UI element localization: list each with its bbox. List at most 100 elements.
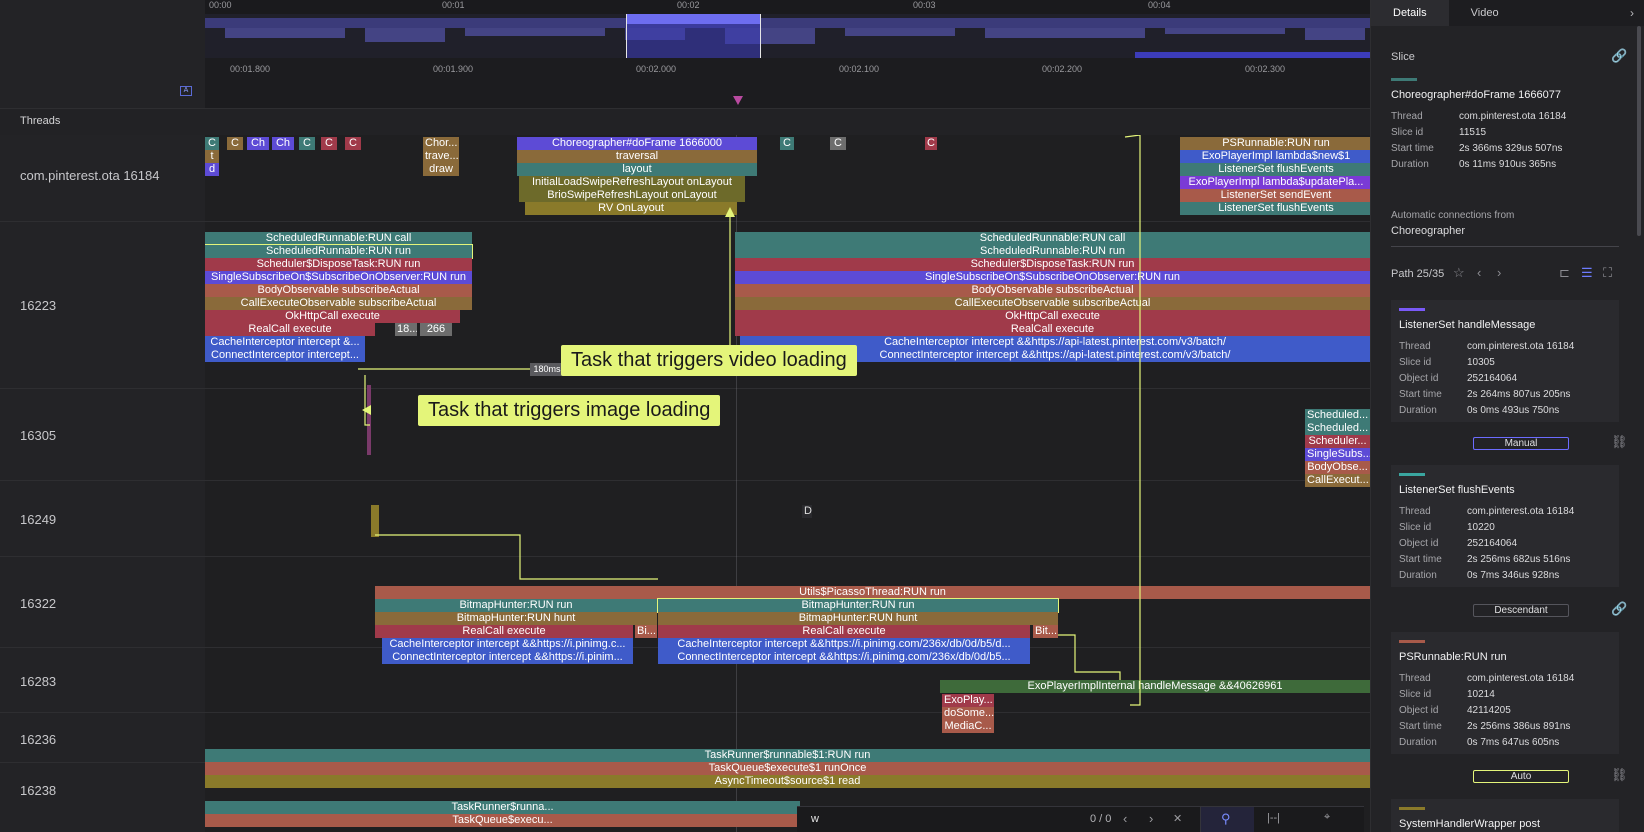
search-input[interactable]: w — [811, 813, 819, 825]
slice[interactable]: Scheduled... — [1305, 409, 1370, 422]
slice[interactable]: ExoPlayerImplInternal handleMessage &&40… — [940, 680, 1370, 693]
slice[interactable]: ExoPlayerImpl lambda$new$1 — [1180, 150, 1370, 163]
slice[interactable]: CacheInterceptor intercept &&https://i.p… — [658, 638, 1030, 651]
slice[interactable]: ListenerSet flushEvents — [1180, 202, 1370, 215]
slice[interactable]: C — [205, 137, 219, 150]
slice[interactable]: 18... — [395, 323, 417, 336]
slice[interactable]: TaskRunner$runna... — [205, 801, 800, 814]
area-select-icon[interactable]: A — [180, 86, 192, 96]
tab-video[interactable]: Video — [1449, 0, 1521, 26]
scrollbar[interactable] — [1637, 26, 1641, 236]
slice[interactable]: Scheduler... — [1305, 435, 1370, 448]
unlink-icon[interactable]: ⛓ — [1611, 767, 1628, 783]
chevron-right-icon[interactable]: › — [1497, 265, 1501, 280]
flag-marker-icon[interactable] — [733, 96, 743, 105]
timeline-overview[interactable]: 00:00 00:01 00:02 00:03 00:04 — [205, 0, 1370, 58]
slice[interactable]: BodyObse... — [1305, 461, 1370, 474]
slice[interactable]: TaskQueue$execute$1 runOnce — [205, 762, 1370, 775]
slice[interactable]: ScheduledRunnable:RUN call — [205, 232, 472, 245]
slice[interactable]: Ch — [272, 137, 294, 150]
slice[interactable]: Utils$PicassoThread:RUN run — [375, 586, 1370, 599]
slice[interactable]: TaskRunner$runnable$1:RUN run — [205, 749, 1370, 762]
search-mode-button[interactable]: ⚲ — [1200, 807, 1254, 832]
slice[interactable]: BitmapHunter:RUN hunt — [658, 612, 1058, 625]
slice-choreographer-doframe[interactable]: Choreographer#doFrame 1666000 — [517, 137, 757, 150]
connection-card[interactable]: ListenerSet flushEvents Thread com.pinter… — [1391, 465, 1619, 587]
slice[interactable]: Bit... — [1033, 625, 1058, 638]
slice[interactable]: OkHttpCall execute — [735, 310, 1370, 323]
chevron-left-icon[interactable]: ‹ — [1123, 811, 1127, 826]
slice[interactable]: D — [802, 505, 812, 518]
slice[interactable]: Scheduler$DisposeTask:RUN run — [735, 258, 1370, 271]
chevron-left-icon[interactable]: ‹ — [1477, 265, 1481, 280]
slice[interactable]: BodyObservable subscribeActual — [205, 284, 472, 297]
link-icon[interactable]: 🔗 — [1611, 48, 1627, 64]
auto-connections-value[interactable]: Choreographer — [1391, 225, 1465, 237]
range-icon[interactable]: |--| — [1267, 812, 1280, 824]
slice[interactable]: C — [299, 137, 315, 150]
slice[interactable]: ConnectInterceptor intercept &&https://i… — [382, 651, 633, 664]
slice-selected[interactable]: BitmapHunter:RUN run — [657, 598, 1059, 613]
connection-type-pill[interactable]: Manual — [1473, 437, 1569, 450]
slice[interactable]: OkHttpCall execute — [205, 310, 460, 323]
slice[interactable]: Scheduled... — [1305, 422, 1370, 435]
connection-type-pill[interactable]: Auto — [1473, 770, 1569, 783]
star-icon[interactable]: ☆ — [1453, 265, 1465, 281]
list-view-icon[interactable]: ☰ — [1581, 265, 1593, 281]
slice[interactable]: ScheduledRunnable:RUN call — [735, 232, 1370, 245]
slice[interactable]: PSRunnable:RUN run — [1180, 137, 1370, 150]
slice[interactable]: t — [205, 150, 219, 163]
slice[interactable]: CallExecuteObservable subscribeActual — [735, 297, 1370, 310]
slice[interactable]: Scheduler$DisposeTask:RUN run — [205, 258, 472, 271]
slice[interactable]: BitmapHunter:RUN hunt — [375, 612, 657, 625]
slice[interactable] — [367, 385, 371, 455]
slice[interactable]: C — [321, 137, 337, 150]
slice[interactable]: ScheduledRunnable:RUN run — [735, 245, 1370, 258]
slice-traversal[interactable]: traversal — [517, 150, 757, 163]
slice[interactable]: CallExecuteObservable subscribeActual — [205, 297, 472, 310]
unlink-icon[interactable]: ⛓ — [1611, 434, 1628, 450]
connection-type-pill[interactable]: Descendant — [1473, 604, 1569, 617]
slice[interactable] — [371, 505, 379, 537]
slice[interactable]: SingleSubs... — [1305, 448, 1370, 461]
slice[interactable]: Chor... — [423, 137, 459, 150]
chevron-right-icon[interactable]: › — [1630, 6, 1634, 20]
connection-card[interactable]: SystemHandlerWrapper post — [1391, 799, 1619, 832]
slice[interactable]: CallExecut... — [1305, 474, 1370, 487]
slice[interactable]: ExoPlay... — [942, 694, 994, 707]
slice[interactable]: C — [925, 137, 937, 150]
slice[interactable]: draw — [423, 163, 459, 176]
slice[interactable]: ListenerSet sendEvent — [1180, 189, 1370, 202]
slice[interactable]: Ch — [247, 137, 269, 150]
slice[interactable]: ListenerSet flushEvents — [1180, 163, 1370, 176]
slice[interactable]: C — [780, 137, 794, 150]
slice[interactable]: ConnectInterceptor intercept &&https://i… — [658, 651, 1030, 664]
slice[interactable]: d — [205, 163, 219, 176]
slice[interactable]: RealCall execute — [735, 323, 1370, 336]
slice[interactable]: 266 — [420, 323, 452, 336]
slice[interactable]: RealCall execute — [375, 625, 633, 638]
close-icon[interactable]: ✕ — [1173, 812, 1182, 825]
slice[interactable]: TaskQueue$execu... — [205, 814, 800, 827]
chevron-right-icon[interactable]: › — [1149, 811, 1153, 826]
slice[interactable]: trave... — [423, 150, 459, 163]
slice-layout[interactable]: layout — [517, 163, 757, 176]
layout-icon[interactable]: ⊏ — [1559, 265, 1570, 281]
slice[interactable]: C — [830, 137, 846, 150]
cursor-icon[interactable]: ⌖ — [1324, 811, 1330, 824]
slice[interactable]: BitmapHunter:RUN run — [375, 599, 657, 612]
link-icon[interactable]: 🔗 — [1611, 601, 1627, 617]
time-ruler[interactable]: 00:01.800 00:01.900 00:02.000 00:02.100 … — [205, 58, 1370, 108]
slice[interactable]: CacheInterceptor intercept &... — [205, 336, 365, 349]
omnibox-search[interactable]: w 0 / 0 ‹ › ✕ ⚲ |--| ⌖ — [797, 806, 1364, 832]
thread-tracks-area[interactable]: C C Ch Ch C C C Chor... trave... draw t … — [205, 135, 1370, 832]
slice[interactable]: C — [227, 137, 243, 150]
expand-icon[interactable]: ⛶ — [1603, 265, 1612, 281]
slice[interactable]: RV OnLayout — [525, 202, 737, 215]
slice[interactable]: InitialLoadSwipeRefreshLayout onLayout — [519, 176, 745, 189]
slice[interactable]: C — [345, 137, 361, 150]
slice[interactable]: doSome... — [942, 707, 994, 720]
slice[interactable]: RealCall execute — [205, 323, 375, 336]
connection-card[interactable]: PSRunnable:RUN run Thread com.pinterest.o… — [1391, 632, 1619, 754]
slice-selected[interactable]: ScheduledRunnable:RUN run — [205, 244, 473, 259]
